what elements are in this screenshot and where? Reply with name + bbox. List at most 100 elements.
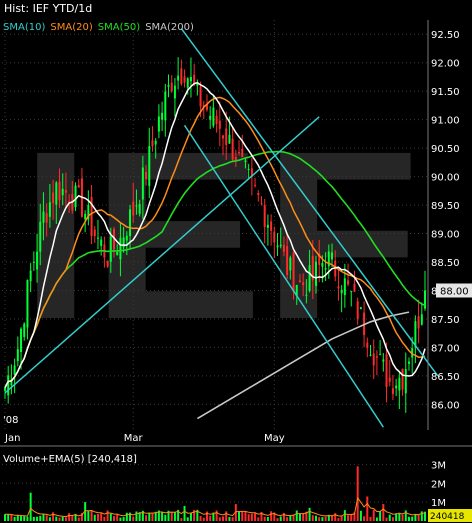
candle-body [151, 140, 154, 147]
volume-bar [215, 510, 218, 521]
candle-body [302, 282, 305, 286]
candle-body [401, 368, 404, 390]
volume-tick-label: 1M [431, 498, 446, 509]
volume-bar [257, 517, 260, 521]
volume-bar [363, 516, 366, 521]
volume-bar [58, 517, 61, 521]
volume-bar [199, 515, 202, 521]
volume-bar [218, 517, 221, 521]
candle-body [273, 231, 276, 243]
candle-body [404, 369, 407, 394]
candle-body [13, 365, 16, 375]
volume-bar [270, 511, 273, 521]
candle-body [36, 251, 39, 270]
candle-body [279, 244, 282, 247]
candle-body [93, 229, 96, 237]
y-tick-label: 88.50 [431, 258, 460, 269]
candle-body [395, 385, 398, 389]
chart-title-bar: Hist: IEF YTD/1d [0, 0, 472, 18]
volume-bar [225, 511, 228, 521]
candle-body [212, 107, 215, 126]
candle-body [20, 328, 23, 353]
volume-bar [103, 516, 106, 521]
candle-body [350, 291, 353, 293]
candle-body [145, 171, 148, 180]
candle-body [42, 211, 45, 223]
candle-body [16, 349, 19, 362]
volume-bar [250, 513, 253, 521]
volume-bar [189, 512, 192, 521]
candle-body [289, 257, 292, 271]
volume-bar [340, 516, 343, 521]
volume-bar [186, 517, 189, 521]
y-tick-label: 87.50 [431, 315, 460, 326]
volume-bar [321, 517, 324, 521]
candle-body [286, 246, 289, 276]
volume-bar [45, 515, 48, 521]
candle-body [398, 377, 401, 391]
volume-bar [164, 514, 167, 521]
candle-body [276, 245, 279, 248]
candle-body [58, 181, 61, 201]
candle-body [52, 192, 55, 204]
candle-body [244, 160, 247, 162]
y-tick-label: 86.50 [431, 372, 460, 383]
volume-bar [48, 517, 51, 521]
volume-bar [289, 515, 292, 521]
x-tick-label: May [264, 433, 285, 444]
volume-bar [266, 517, 269, 521]
candle-body [228, 134, 231, 144]
volume-bar [148, 512, 151, 521]
candle-body [135, 205, 138, 207]
volume-legend: Volume+EMA(5) [240,418] [3, 454, 137, 465]
volume-bar [96, 513, 99, 521]
y-tick-label: 90.00 [431, 173, 460, 184]
candle-body [263, 205, 266, 228]
y-tick-label: 89.50 [431, 201, 460, 212]
volume-bar [23, 516, 26, 521]
volume-bar [372, 509, 375, 521]
candle-body [183, 76, 186, 83]
candle-body [148, 146, 151, 186]
volume-bar [350, 514, 353, 521]
volume-bar [331, 515, 334, 521]
candle-body [225, 128, 228, 145]
volume-bar [231, 517, 234, 521]
volume-bar [113, 516, 116, 521]
candle-body [177, 75, 180, 81]
volume-bar [369, 516, 372, 521]
volume-bar [122, 517, 125, 521]
volume-ema-line [4, 496, 426, 518]
volume-bar [145, 515, 148, 521]
candle-body [359, 307, 362, 309]
volume-bar [42, 514, 45, 521]
volume-bar [276, 518, 279, 521]
volume-bar [420, 511, 423, 521]
candle-body [222, 135, 225, 139]
candle-body [321, 262, 324, 267]
y-tick-label: 91.00 [431, 116, 460, 127]
volume-bar [125, 512, 128, 521]
volume-bar [109, 513, 112, 521]
volume-bar [161, 512, 164, 521]
volume-bar [55, 516, 58, 521]
volume-bar [391, 517, 394, 521]
year-label: '08 [3, 415, 18, 426]
candle-body [138, 203, 141, 214]
volume-bar [228, 517, 231, 521]
volume-bar [29, 492, 32, 521]
candle-body [282, 244, 285, 252]
candle-body [32, 261, 35, 263]
candle-body [298, 280, 301, 283]
volume-bar [324, 516, 327, 521]
volume-bar [132, 516, 135, 521]
volume-layer [2, 463, 428, 521]
volume-bar [343, 510, 346, 521]
candle-body [106, 260, 109, 267]
candle-body [84, 213, 87, 220]
candle-body [347, 280, 350, 285]
candle-body [199, 86, 202, 107]
candle-body [382, 359, 385, 362]
volume-bar [4, 514, 6, 521]
volume-tag-label: 240418 [430, 512, 465, 522]
